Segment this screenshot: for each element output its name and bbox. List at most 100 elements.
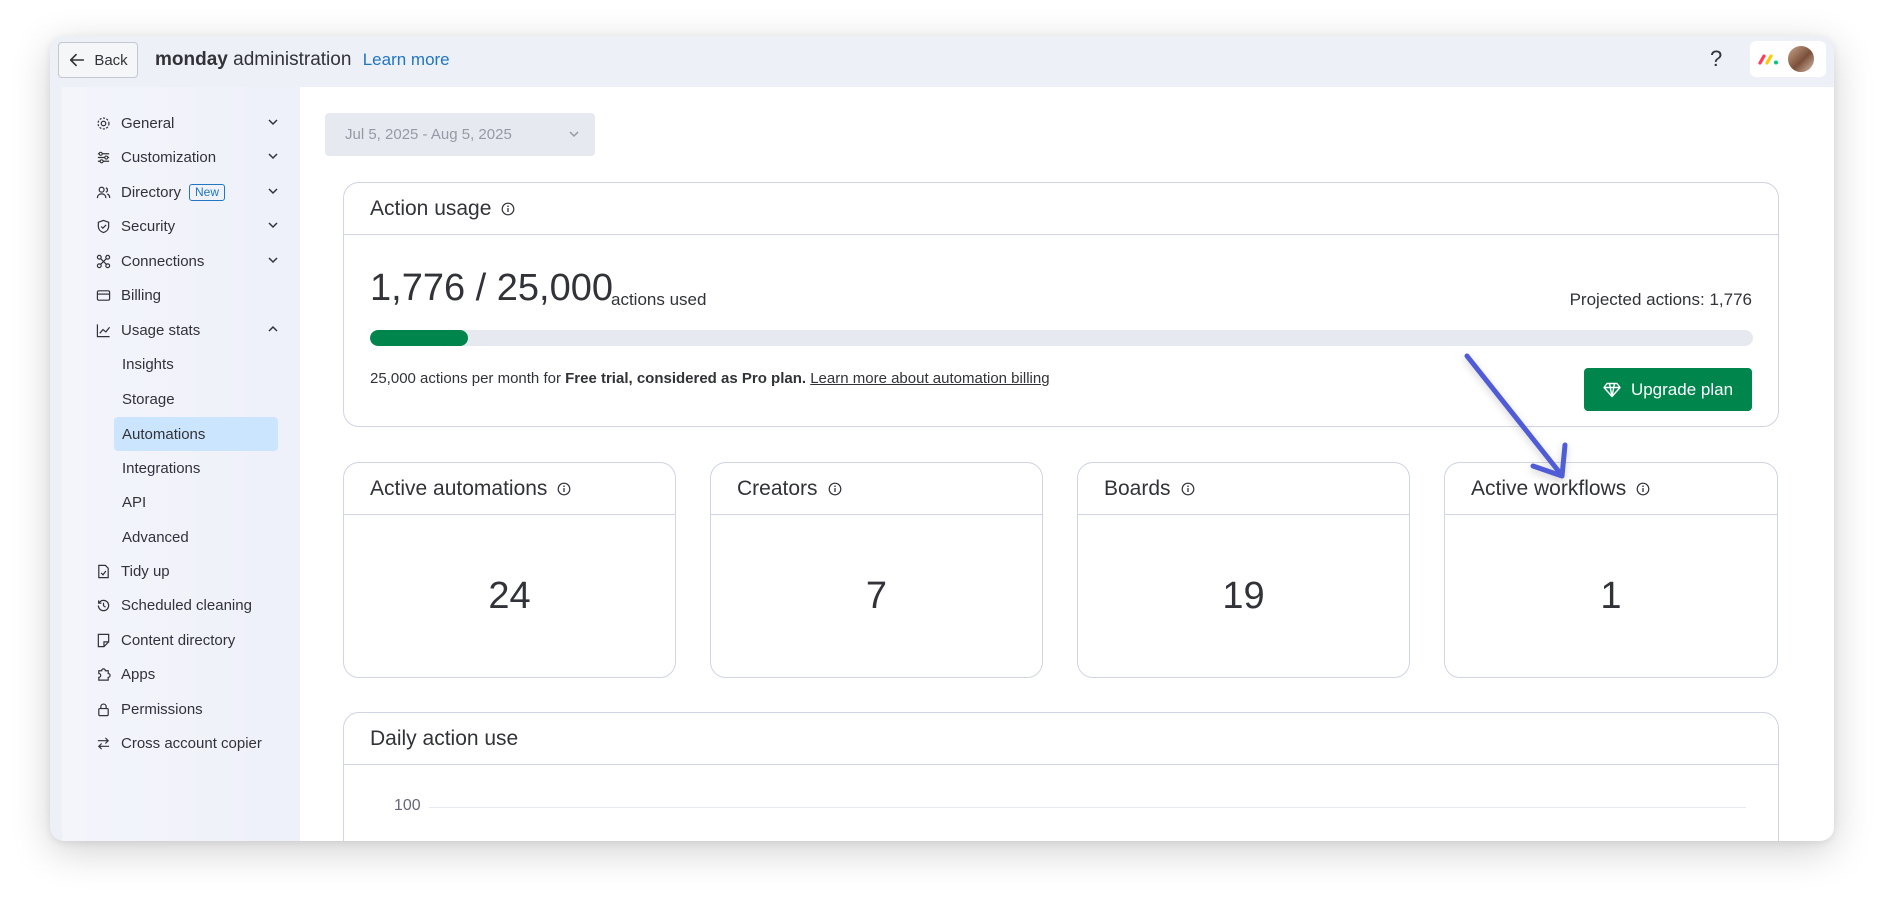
y-axis-tick: 100 — [394, 797, 421, 814]
sidebar-item-customization[interactable]: Customization — [95, 141, 280, 173]
stat-title: Active workflows — [1471, 476, 1627, 500]
account-menu[interactable] — [1750, 41, 1826, 77]
chevron-down-icon — [268, 188, 278, 195]
avatar[interactable] — [1786, 44, 1816, 74]
stat-value: 7 — [865, 575, 888, 617]
sidebar-subitem-advanced[interactable]: Advanced — [114, 520, 278, 554]
credit-card-icon — [95, 287, 111, 303]
sidebar-subitem-automations[interactable]: Automations — [114, 417, 278, 451]
help-icon[interactable]: ? — [1710, 46, 1722, 72]
usage-progress-bar — [370, 330, 1753, 346]
stat-title: Boards — [1104, 476, 1171, 500]
sidebar-subitem-insights[interactable]: Insights — [114, 347, 278, 381]
automation-billing-link[interactable]: Learn more about automation billing — [810, 370, 1049, 387]
plan-name: Free trial, considered as Pro plan. — [565, 370, 807, 387]
brand-rest: administration — [227, 49, 352, 70]
chevron-down-icon — [268, 222, 278, 229]
stat-card-active-workflows: Active workflows 1 — [1444, 462, 1778, 678]
card-title: Daily action use — [370, 726, 519, 750]
chevron-down-icon — [268, 257, 278, 264]
daily-action-use-card: Daily action use 100 — [343, 712, 1779, 841]
upgrade-plan-label: Upgrade plan — [1630, 379, 1734, 399]
sidebar-item-label: General — [121, 114, 175, 132]
sidebar-item-security[interactable]: Security — [95, 210, 280, 242]
sidebar-item-permissions[interactable]: Permissions — [95, 693, 280, 725]
sidebar-item-label: Customization — [121, 148, 217, 166]
users-icon — [95, 184, 111, 200]
upgrade-plan-button[interactable]: Upgrade plan — [1584, 368, 1752, 411]
gear-icon — [95, 115, 111, 131]
diamond-icon — [1603, 382, 1621, 397]
sidebar-item-cross-account-copier[interactable]: Cross account copier — [95, 727, 280, 759]
chevron-down-icon — [268, 119, 278, 126]
stat-card-creators: Creators 7 — [710, 462, 1043, 678]
sidebar-item-label: Security — [121, 217, 176, 235]
info-icon[interactable] — [501, 202, 515, 216]
info-icon[interactable] — [557, 482, 571, 496]
card-header: Creators — [711, 463, 1042, 515]
plan-prefix: 25,000 actions per month for — [370, 370, 566, 387]
stat-title: Active automations — [370, 476, 548, 500]
brand-bold: monday — [155, 49, 228, 70]
page-title: monday administration Learn more — [155, 49, 450, 71]
sidebar-item-label: Permissions — [121, 700, 203, 718]
puzzle-icon — [95, 666, 111, 682]
sidebar-item-billing[interactable]: Billing — [95, 279, 280, 311]
arrow-left-icon — [70, 53, 85, 67]
sidebar-subitem-integrations[interactable]: Integrations — [114, 451, 278, 485]
lock-icon — [95, 701, 111, 717]
info-icon[interactable] — [1181, 482, 1195, 496]
sidebar-item-apps[interactable]: Apps — [95, 658, 280, 690]
stat-value: 24 — [488, 575, 531, 617]
sidebar-item-label: Connections — [121, 252, 205, 270]
stat-title: Creators — [737, 476, 818, 500]
date-range-value: Jul 5, 2025 - Aug 5, 2025 — [345, 126, 512, 143]
sidebar-item-connections[interactable]: Connections — [95, 245, 280, 277]
sidebar: General Customization Directory New Secu… — [62, 87, 300, 841]
main-content: Jul 5, 2025 - Aug 5, 2025 Action usage 1… — [300, 87, 1834, 841]
gridline — [429, 807, 1746, 808]
sidebar-item-label: Apps — [121, 665, 156, 683]
new-badge: New — [189, 183, 226, 201]
sidebar-item-directory[interactable]: Directory New — [95, 176, 280, 208]
chart-icon — [95, 322, 111, 338]
stat-value: 1 — [1600, 575, 1622, 617]
actions-used-value: 1,776 / 25,000 — [370, 267, 613, 309]
tidy-icon — [95, 563, 111, 579]
action-usage-card: Action usage 1,776 / 25,000 actions used… — [343, 182, 1779, 427]
sidebar-item-label: Tidy up — [121, 562, 170, 580]
shield-icon — [95, 218, 111, 234]
chevron-up-icon — [268, 325, 278, 332]
sidebar-item-label: Directory — [121, 183, 182, 201]
card-header: Boards — [1078, 463, 1409, 515]
chevron-down-icon — [268, 153, 278, 160]
sliders-icon — [95, 149, 111, 165]
learn-more-link[interactable]: Learn more — [363, 50, 450, 69]
sidebar-item-scheduled-cleaning[interactable]: Scheduled cleaning — [95, 589, 280, 621]
sidebar-item-general[interactable]: General — [95, 107, 280, 139]
sidebar-subitem-storage[interactable]: Storage — [114, 382, 278, 416]
swap-icon — [95, 735, 111, 751]
sidebar-item-usage-stats[interactable]: Usage stats — [95, 314, 280, 346]
sidebar-item-label: Content directory — [121, 631, 236, 649]
chevron-down-icon — [569, 131, 579, 138]
projected-actions: Projected actions: 1,776 — [1569, 290, 1752, 309]
sidebar-subitem-api[interactable]: API — [114, 485, 278, 519]
back-button[interactable]: Back — [58, 42, 138, 78]
app-window: Back monday administration Learn more ? … — [50, 36, 1834, 841]
sidebar-item-content-directory[interactable]: Content directory — [95, 624, 280, 656]
sidebar-item-label: Cross account copier — [121, 734, 262, 752]
top-bar: Back monday administration Learn more ? — [50, 36, 1834, 86]
card-header: Active workflows — [1445, 463, 1777, 515]
history-icon — [95, 597, 111, 613]
card-header: Action usage — [344, 183, 1778, 235]
info-icon[interactable] — [1636, 482, 1650, 496]
stat-value: 19 — [1222, 575, 1265, 617]
connections-icon — [95, 253, 111, 269]
info-icon[interactable] — [828, 482, 842, 496]
document-icon — [95, 632, 111, 648]
sidebar-item-tidy-up[interactable]: Tidy up — [95, 555, 280, 587]
sidebar-item-label: Scheduled cleaning — [121, 596, 252, 614]
stat-card-boards: Boards 19 — [1077, 462, 1410, 678]
date-range-select[interactable]: Jul 5, 2025 - Aug 5, 2025 — [325, 113, 595, 156]
